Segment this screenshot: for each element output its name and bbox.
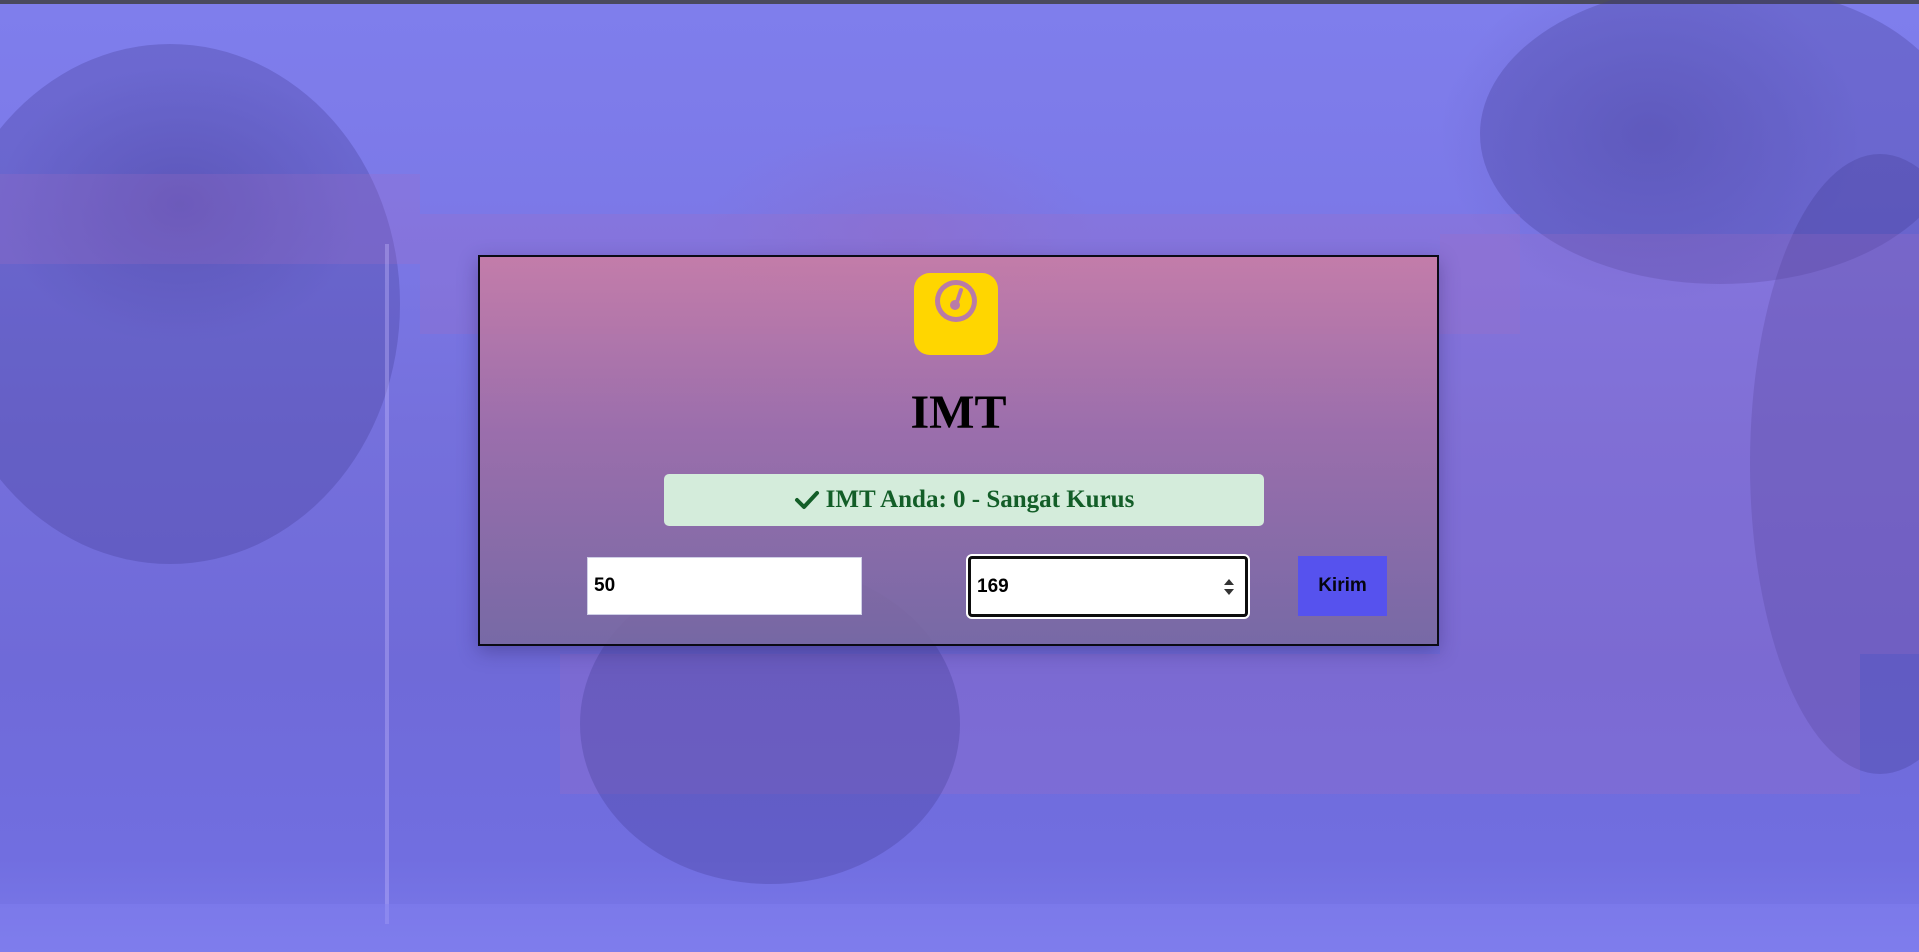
bmi-card: IMT IMT Anda: 0 - Sangat Kurus 50 169 Ki… [478, 255, 1439, 646]
weight-input[interactable]: 50 [587, 557, 862, 615]
result-message: IMT Anda: 0 - Sangat Kurus [825, 486, 1135, 513]
check-icon [794, 488, 820, 512]
page-title: IMT [910, 386, 1007, 439]
weight-value: 50 [594, 575, 616, 596]
submit-button[interactable]: Kirim [1298, 556, 1387, 616]
result-alert: IMT Anda: 0 - Sangat Kurus [664, 474, 1264, 526]
height-input[interactable]: 169 [968, 556, 1248, 617]
scale-icon [912, 271, 1000, 357]
number-spinner-icon[interactable] [1223, 577, 1235, 597]
height-value: 169 [977, 575, 1009, 597]
